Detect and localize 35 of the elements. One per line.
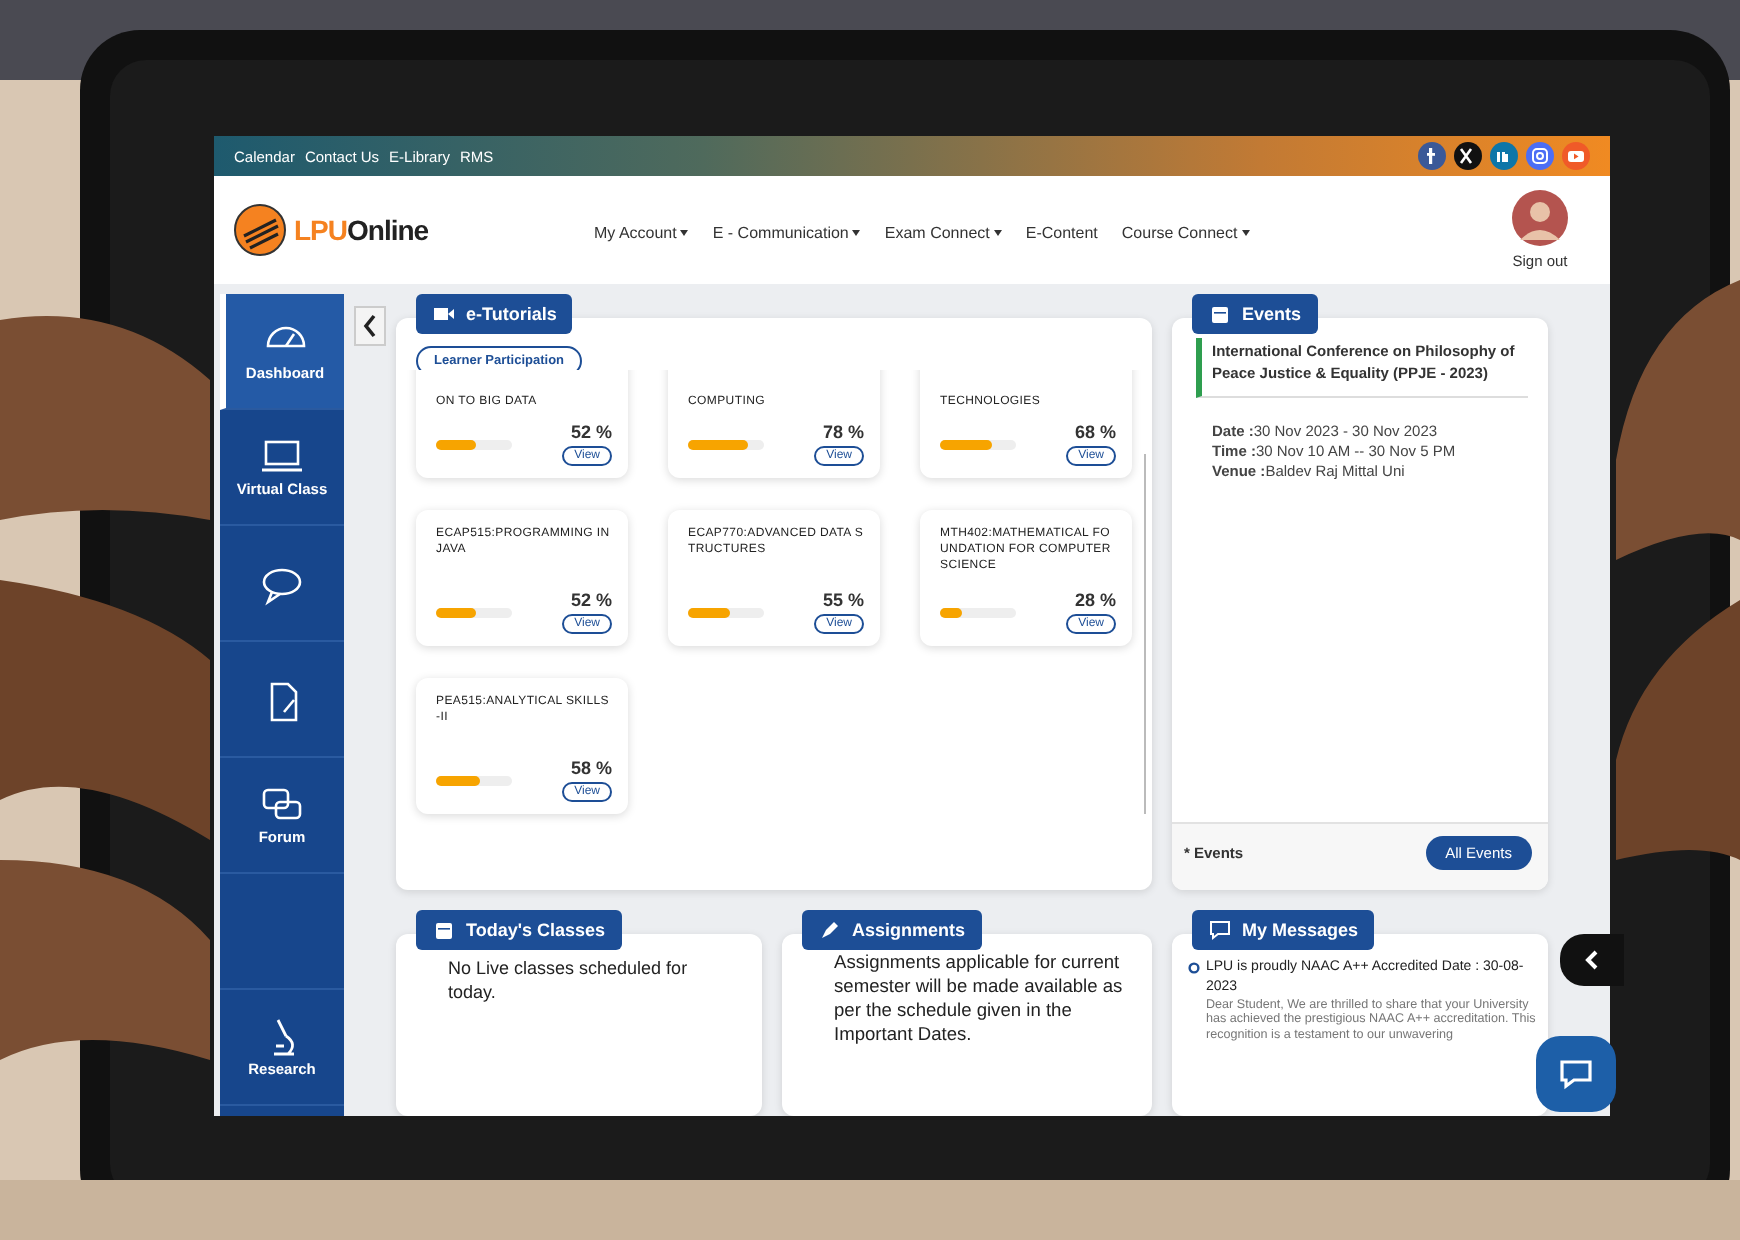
panel-title: Assignments (802, 910, 982, 950)
assignments-text: Assignments applicable for current semester will be made available as per the schedule given in the Important Dates. (834, 950, 1125, 1047)
video-icon (432, 302, 456, 326)
calendar-icon (432, 918, 456, 942)
logo-icon (234, 204, 286, 256)
chat-button[interactable] (1536, 1036, 1616, 1112)
percent-text: 55 % (822, 590, 864, 610)
nav-link[interactable]: Course Connect (1121, 223, 1250, 241)
chevron-left-icon (1584, 950, 1600, 970)
collapse-icon (354, 306, 386, 346)
chat-icon (1558, 1058, 1594, 1090)
percent-text: 68 % (1074, 422, 1116, 442)
percent-text: 28 % (1074, 590, 1116, 610)
percent-text: 52 % (570, 590, 612, 610)
avatar (1512, 190, 1568, 246)
logo-text: LPUOnline (294, 214, 429, 246)
panel-title: e-Tutorials (416, 294, 573, 334)
classes-text: No Live classes scheduled for today. (448, 958, 690, 1005)
nav-link[interactable]: E-Content (1025, 223, 1098, 241)
bullet-icon (1188, 962, 1200, 974)
panel-title: My Messages (1192, 910, 1375, 950)
percent-text: 58 % (570, 758, 612, 778)
percent-text: 78 % (822, 422, 864, 442)
social-icon[interactable] (1454, 142, 1482, 170)
social-icon[interactable] (1418, 142, 1446, 170)
side-tab[interactable] (1560, 934, 1624, 986)
panel-title: Today's Classes (416, 910, 622, 950)
nav-link[interactable]: E - Communication (712, 223, 861, 241)
message-icon (1208, 918, 1232, 942)
percent-text: 52 % (570, 422, 612, 442)
nav-link[interactable]: My Account (594, 223, 689, 241)
pen-icon (818, 918, 842, 942)
calendar-icon (1208, 302, 1232, 326)
nav-link[interactable]: Exam Connect (884, 223, 1002, 241)
panel-title: Events (1192, 294, 1318, 334)
